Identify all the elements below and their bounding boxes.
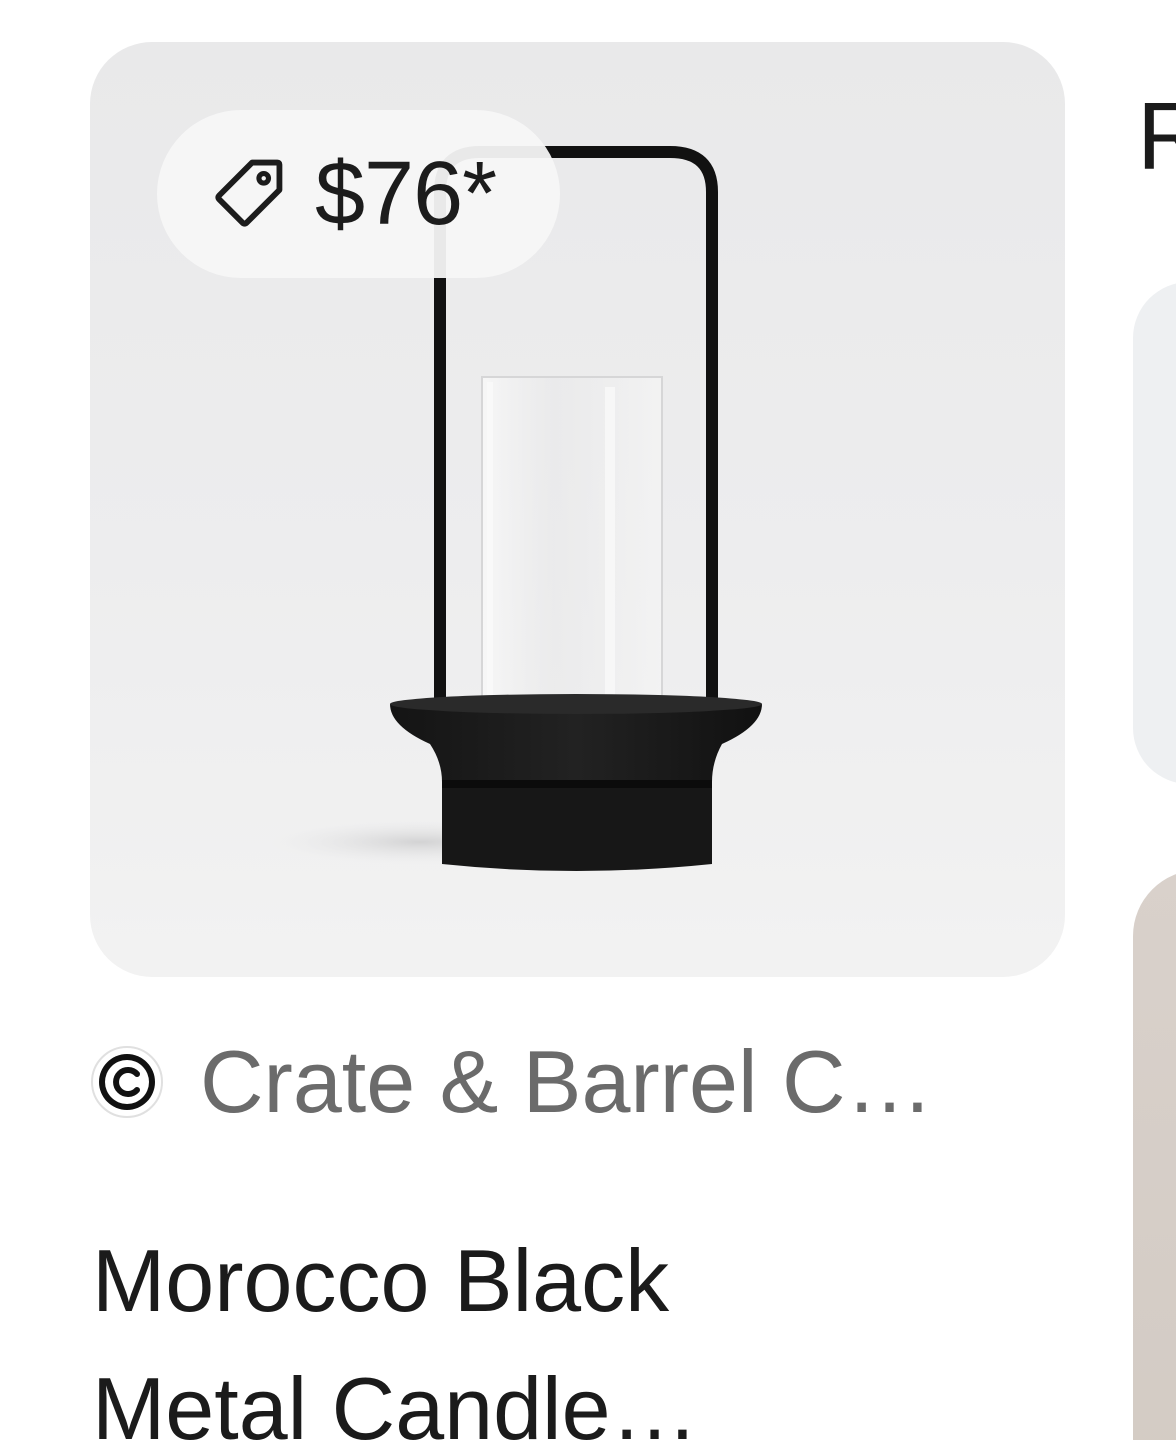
page: $76* Crate & Barrel C… Morocco Black Met… (0, 0, 1176, 1440)
product-image-container[interactable]: $76* (90, 42, 1065, 977)
source-row[interactable]: Crate & Barrel C… (90, 1022, 934, 1142)
price-tag-icon (215, 159, 283, 227)
product-title-line-2: Metal Candle… (92, 1359, 699, 1440)
product-title[interactable]: Morocco Black Metal Candle… (92, 1217, 992, 1440)
source-name[interactable]: Crate & Barrel C… (200, 1031, 934, 1133)
price-text: $76* (315, 143, 497, 244)
product-card[interactable]: $76* Crate & Barrel C… Morocco Black Met… (90, 42, 1065, 1440)
crate-and-barrel-logo-icon (91, 1046, 163, 1118)
next-card-preview[interactable] (1133, 282, 1176, 784)
next-card-image-preview[interactable] (1133, 870, 1176, 1440)
product-title-line-1: Morocco Black (92, 1231, 670, 1330)
price-badge: $76* (157, 110, 561, 278)
next-section-heading: R (1137, 83, 1176, 190)
